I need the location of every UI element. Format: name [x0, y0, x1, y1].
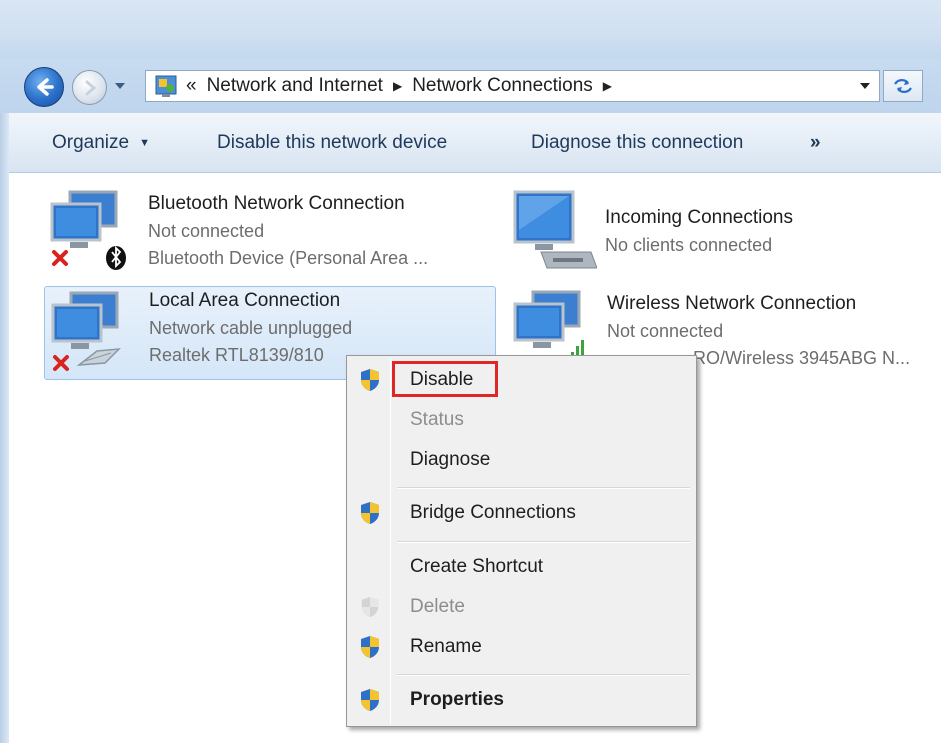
breadcrumb-network-connections[interactable]: Network Connections [412, 75, 593, 97]
address-bar[interactable]: « Network and Internet ▶ Network Connect… [145, 70, 880, 102]
back-arrow-icon [37, 78, 54, 96]
connection-name: Bluetooth Network Connection [148, 193, 405, 214]
uac-shield-disabled-icon [349, 588, 391, 626]
command-bar: Organize ▼ Disable this network device D… [9, 113, 941, 173]
connection-status: Not connected [607, 321, 724, 341]
menu-item-label: Diagnose [410, 449, 491, 470]
menu-item-label: Create Shortcut [410, 556, 544, 577]
organize-label: Organize [52, 132, 130, 153]
breadcrumb-network-and-internet[interactable]: Network and Internet [207, 75, 383, 97]
highlight-annotation-box [392, 361, 498, 397]
uac-shield-icon [349, 628, 391, 666]
connection-status: Network cable unplugged [149, 318, 353, 338]
more-commands-button[interactable]: » [810, 132, 821, 154]
connection-item-bluetooth[interactable]: Bluetooth Network Connection Not connect… [48, 190, 488, 274]
menu-item-properties[interactable]: Properties [349, 681, 694, 719]
more-commands-label: » [810, 132, 821, 153]
menu-item-label: Rename [410, 636, 482, 657]
menu-item-status[interactable]: Status [349, 401, 694, 439]
refresh-button[interactable] [883, 70, 923, 102]
bluetooth-network-icon [48, 190, 128, 270]
connection-status: No clients connected [605, 235, 773, 255]
connection-text: Bluetooth Network Connection Not connect… [148, 190, 428, 274]
connection-item-incoming[interactable]: Incoming Connections No clients connecte… [511, 190, 931, 274]
chevron-down-icon [115, 83, 125, 89]
menu-separator [397, 674, 690, 676]
menu-separator [397, 487, 690, 489]
chevron-down-icon [860, 83, 870, 89]
breadcrumb-overflow[interactable]: « [186, 75, 197, 97]
connection-device: Bluetooth Device (Personal Area ... [148, 248, 429, 268]
menu-item-label: Bridge Connections [410, 502, 576, 523]
menu-item-diagnose[interactable]: Diagnose [349, 441, 694, 479]
menu-item-delete[interactable]: Delete [349, 588, 694, 626]
menu-separator [397, 541, 690, 543]
disable-device-button[interactable]: Disable this network device [217, 132, 447, 154]
menu-item-bridge-connections[interactable]: Bridge Connections [349, 494, 694, 532]
uac-shield-icon [349, 494, 391, 532]
forward-arrow-icon [85, 80, 96, 95]
incoming-connections-icon [511, 190, 598, 270]
forward-button[interactable] [72, 70, 107, 105]
connection-name: Incoming Connections [605, 207, 793, 228]
title-bar [0, 0, 941, 58]
navigation-bar: « Network and Internet ▶ Network Connect… [0, 58, 941, 113]
chevron-down-icon: ▼ [139, 137, 150, 149]
menu-item-create-shortcut[interactable]: Create Shortcut [349, 548, 694, 586]
diagnose-connection-label: Diagnose this connection [531, 132, 744, 153]
connection-name: Local Area Connection [149, 290, 341, 311]
menu-item-label: Delete [410, 596, 465, 617]
address-dropdown-button[interactable] [851, 71, 879, 101]
uac-shield-icon [349, 681, 391, 719]
ethernet-network-icon [49, 291, 129, 371]
menu-item-label: Properties [410, 689, 504, 710]
control-panel-icon [152, 74, 180, 98]
diagnose-connection-button[interactable]: Diagnose this connection [531, 132, 743, 154]
context-menu: Disable Status Diagnose Bridge Connectio… [346, 355, 697, 727]
connection-text: Incoming Connections No clients connecte… [605, 190, 793, 274]
organize-menu-button[interactable]: Organize ▼ [52, 132, 150, 154]
breadcrumb-separator-icon[interactable]: ▶ [393, 79, 402, 93]
refresh-icon [894, 79, 912, 93]
uac-shield-icon [349, 361, 391, 399]
back-button[interactable] [24, 67, 64, 107]
connection-text: Local Area Connection Network cable unpl… [149, 287, 352, 379]
breadcrumb-separator-icon[interactable]: ▶ [603, 79, 612, 93]
connection-name: Wireless Network Connection [607, 293, 857, 314]
recent-pages-button[interactable] [112, 78, 128, 94]
connection-device: Realtek RTL8139/810 [149, 345, 324, 365]
menu-item-rename[interactable]: Rename [349, 628, 694, 666]
connection-status: Not connected [148, 221, 265, 241]
menu-item-label: Status [410, 409, 464, 430]
disable-device-label: Disable this network device [217, 132, 448, 153]
